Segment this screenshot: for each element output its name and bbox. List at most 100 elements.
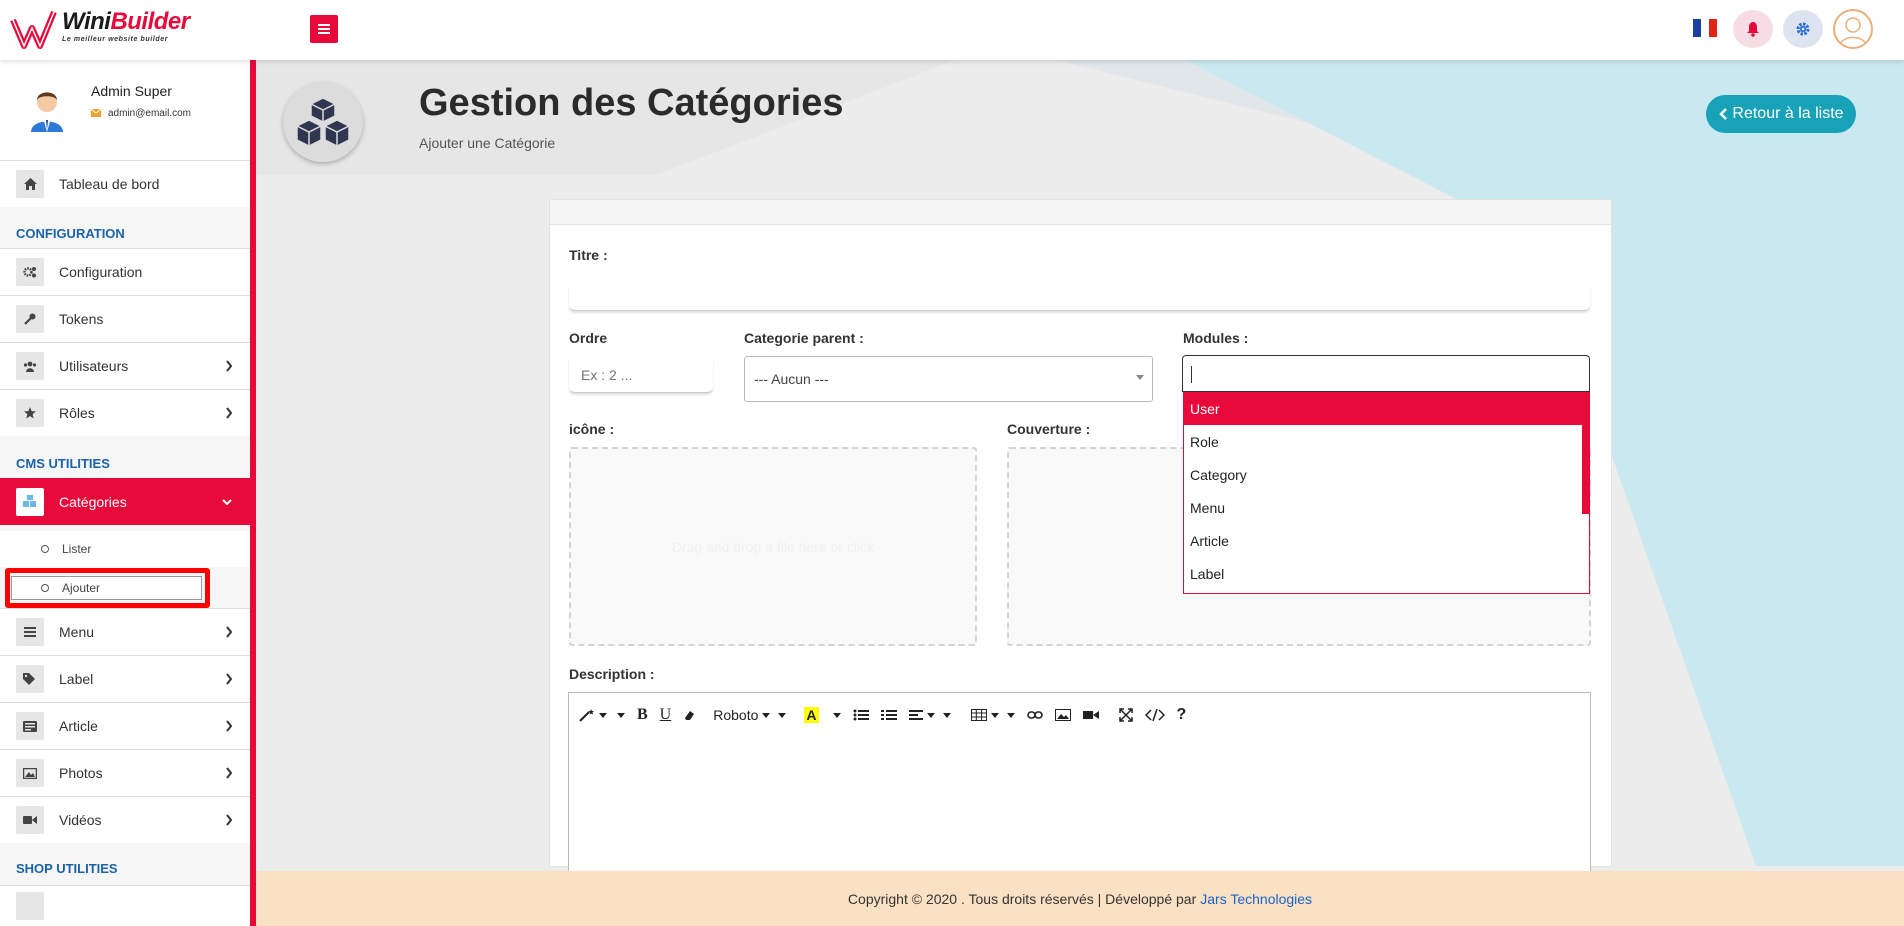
unordered-list-icon	[853, 709, 869, 721]
circle-icon	[41, 545, 49, 553]
logo-text: WiniBuilder	[62, 8, 190, 35]
link-icon	[1026, 711, 1043, 719]
link-button[interactable]	[1026, 703, 1043, 727]
description-editor[interactable]: B U Roboto A ?	[568, 692, 1591, 872]
code-view-button[interactable]	[1144, 703, 1165, 727]
sidebar-item-tokens[interactable]: Tokens	[0, 295, 250, 342]
text-color-button[interactable]: A	[804, 703, 841, 727]
sidebar-item-label-menu[interactable]: Label	[0, 655, 250, 702]
sidebar-item-dashboard[interactable]: Tableau de bord	[0, 160, 250, 207]
titre-input[interactable]	[569, 284, 1590, 311]
text-color-icon: A	[804, 707, 819, 723]
video-icon	[1082, 711, 1099, 719]
sidebar: Admin Super admin@email.com Tableau de b…	[0, 60, 256, 926]
dropdown-option[interactable]: Category	[1184, 458, 1584, 491]
video-button[interactable]	[1082, 703, 1099, 727]
dropdown-option[interactable]: Article	[1184, 524, 1584, 557]
top-bar: WiniBuilder Le meilleur website builder	[0, 0, 1904, 60]
copyright-text: Copyright © 2020 . Tous droits réservés …	[847, 890, 1197, 907]
sub-item-label: Lister	[62, 542, 92, 556]
paragraph-align-button[interactable]	[908, 703, 951, 727]
picture-icon	[1054, 709, 1071, 721]
dropdown-option[interactable]: Label	[1184, 557, 1584, 590]
parent-category-label: Categorie parent :	[744, 330, 864, 346]
chevron-down-icon	[222, 499, 232, 506]
icon-dropzone[interactable]: Drag and drop a file here or click	[569, 447, 977, 646]
back-to-list-button[interactable]: Retour à la liste	[1706, 95, 1856, 133]
sidebar-item-users[interactable]: Utilisateurs	[0, 342, 250, 389]
image-button[interactable]	[1054, 703, 1071, 727]
user-profile: Admin Super admin@email.com	[0, 60, 250, 160]
back-button-label: Retour à la liste	[1732, 105, 1844, 122]
dropdown-option[interactable]: User	[1184, 392, 1584, 425]
sidebar-item-label: Tokens	[59, 311, 104, 327]
bars-icon	[16, 618, 44, 646]
help-button[interactable]: ?	[1177, 703, 1187, 727]
bold-button[interactable]: B	[637, 703, 648, 727]
sidebar-item-videos[interactable]: Vidéos	[0, 796, 250, 843]
circle-icon	[41, 584, 49, 592]
user-avatar-button[interactable]	[1833, 9, 1873, 49]
winibuilder-logo[interactable]: WiniBuilder Le meilleur website builder	[10, 6, 190, 50]
profile-email: admin@email.com	[108, 108, 191, 119]
font-family-label: Roboto	[713, 707, 759, 723]
cubes-icon	[16, 487, 44, 516]
sidebar-item-label: Rôles	[59, 405, 95, 421]
ordered-list-button[interactable]	[880, 703, 897, 727]
modules-search-input[interactable]	[1182, 355, 1590, 392]
sidebar-item-shop-partial[interactable]	[0, 885, 250, 926]
sidebar-item-photos[interactable]: Photos	[0, 749, 250, 796]
text-caret	[1191, 366, 1192, 383]
sidebar-toggle-button[interactable]	[310, 15, 338, 43]
developer-link[interactable]: Jars Technologies	[1200, 891, 1312, 907]
underline-button[interactable]: U	[660, 703, 672, 727]
settings-button[interactable]	[1783, 10, 1823, 48]
sidebar-item-label: Article	[59, 718, 98, 734]
sidebar-item-categories[interactable]: Catégories	[0, 478, 250, 525]
placeholder-icon	[16, 892, 44, 920]
sidebar-item-roles[interactable]: Rôles	[0, 389, 250, 436]
sidebar-item-label: Utilisateurs	[59, 358, 129, 374]
align-left-icon	[908, 710, 923, 720]
chevron-right-icon	[226, 720, 233, 732]
users-icon	[16, 352, 44, 380]
chevron-right-icon	[226, 673, 233, 685]
code-icon	[1144, 709, 1165, 721]
unordered-list-button[interactable]	[853, 703, 869, 727]
notification-button[interactable]	[1733, 10, 1773, 48]
chevron-right-icon	[226, 814, 233, 826]
france-flag-icon[interactable]	[1693, 19, 1717, 37]
chevron-right-icon	[226, 626, 233, 638]
dropdown-option[interactable]: Menu	[1184, 491, 1584, 524]
sidebar-item-label: Catégories	[59, 493, 127, 510]
eraser-icon	[685, 711, 695, 720]
sidebar-item-menu[interactable]: Menu	[0, 608, 250, 655]
card-header	[550, 200, 1611, 225]
hamburger-icon	[318, 24, 330, 34]
home-icon	[16, 170, 44, 198]
sidebar-item-label: Vidéos	[59, 812, 102, 828]
sub-item-add[interactable]: Ajouter	[11, 576, 202, 600]
fullscreen-button[interactable]	[1118, 703, 1133, 727]
fullscreen-icon	[1118, 708, 1133, 722]
sidebar-item-article[interactable]: Article	[0, 702, 250, 749]
parent-category-select[interactable]: --- Aucun ---	[744, 356, 1153, 402]
eraser-button[interactable]	[683, 703, 695, 727]
chevron-right-icon	[226, 360, 233, 372]
sub-item-label: Ajouter	[62, 581, 101, 595]
dropdown-option[interactable]: Role	[1184, 425, 1584, 458]
sidebar-item-label: Configuration	[59, 264, 143, 280]
font-family-button[interactable]: Roboto	[713, 703, 787, 727]
ordre-input[interactable]	[569, 358, 713, 393]
sub-item-list[interactable]: Lister	[0, 531, 250, 567]
table-button[interactable]	[970, 703, 1015, 727]
section-title-cms: CMS UTILITIES	[16, 456, 110, 471]
profile-name: Admin Super	[91, 83, 172, 99]
magic-wand-button[interactable]	[579, 703, 625, 727]
table-icon	[970, 709, 987, 721]
page-header-icon	[283, 82, 363, 162]
dropdown-scrollbar[interactable]	[1582, 392, 1589, 514]
chevron-left-icon	[1719, 108, 1728, 120]
parent-category-value: --- Aucun ---	[754, 371, 829, 387]
sidebar-item-configuration[interactable]: Configuration	[0, 248, 250, 295]
